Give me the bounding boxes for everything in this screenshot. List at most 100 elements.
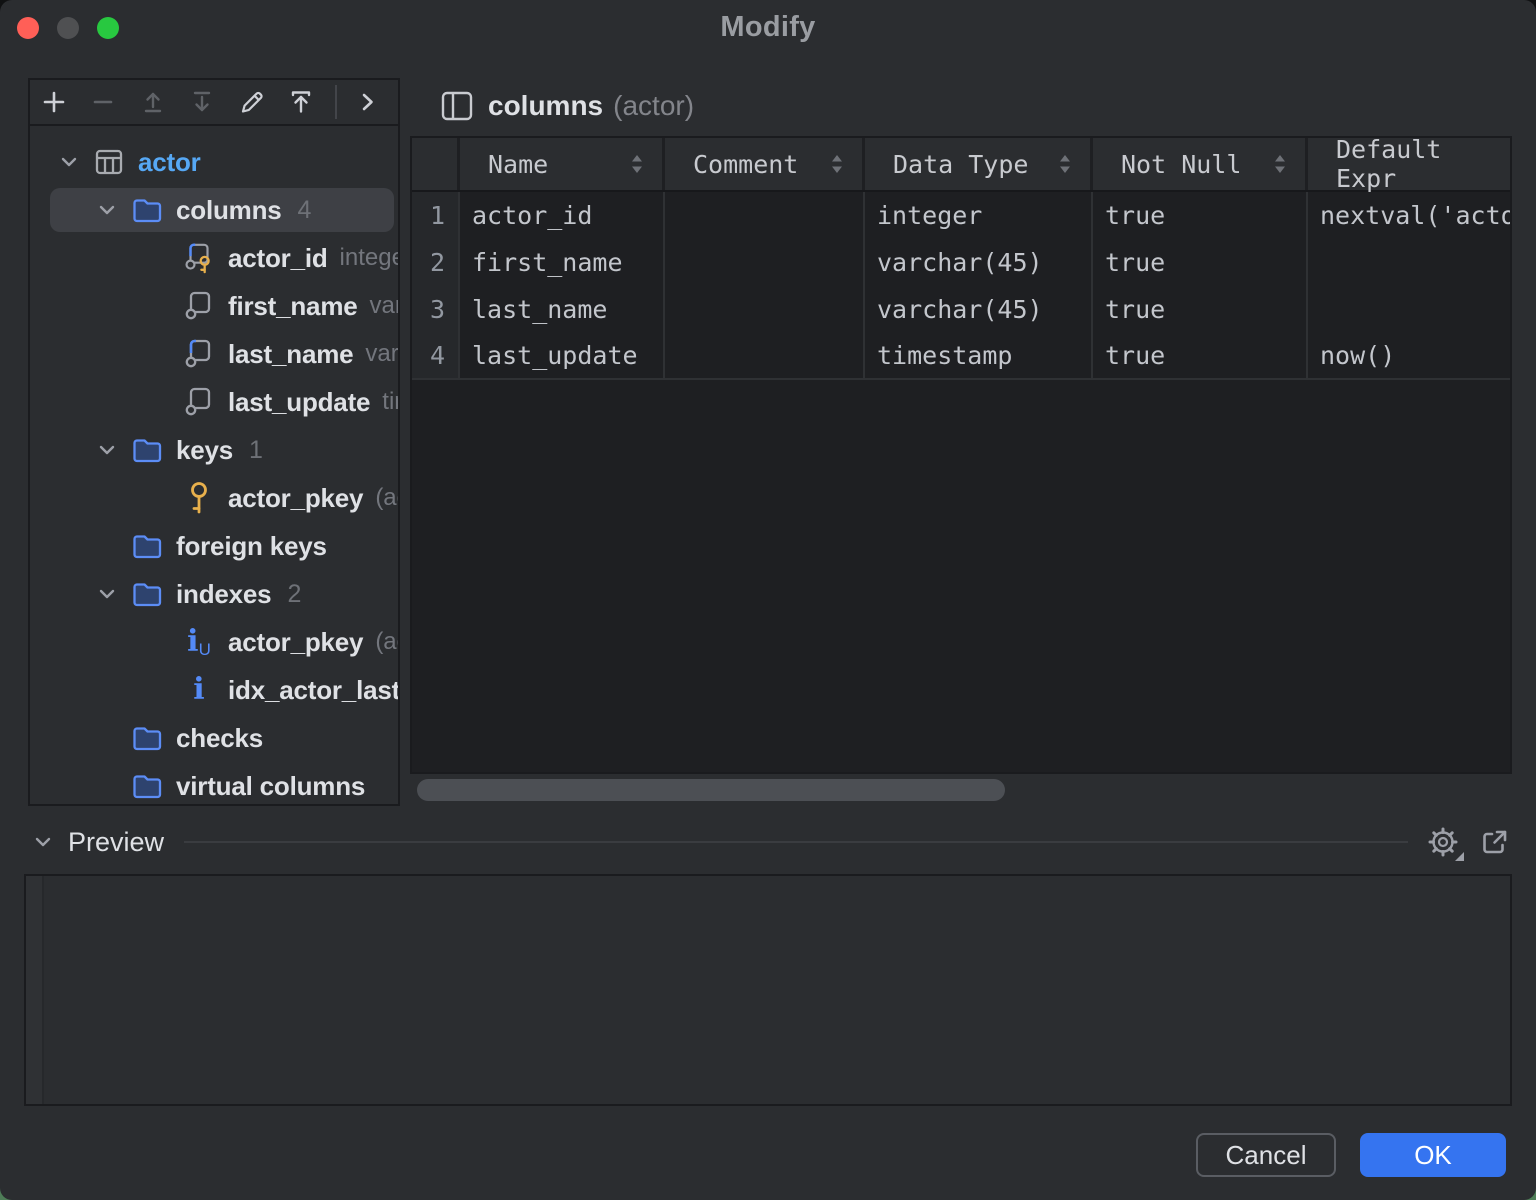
grid-cell[interactable]: last_name: [460, 286, 665, 333]
window-title: Modify: [0, 11, 1536, 44]
tree-item-actor-id[interactable]: actor_idinteger: [30, 234, 398, 282]
tree-item-detail: tim: [382, 388, 398, 416]
chevron-spacer: [94, 725, 120, 751]
grid-cell[interactable]: integer: [865, 192, 1093, 239]
tree-item-virtual-columns[interactable]: virtual columns: [30, 762, 398, 804]
grid-row: 2first_namevarchar(45)true: [412, 239, 1510, 286]
tree-item-label: keys: [176, 435, 233, 466]
tree-item-label: last_name: [228, 339, 353, 370]
tree-item-label: columns: [176, 195, 282, 226]
grid-header: NameCommentData TypeNot NullDefault Expr: [412, 138, 1510, 192]
grid-cell[interactable]: first_name: [460, 239, 665, 286]
index-icon: i: [182, 672, 216, 708]
grid-cell[interactable]: varchar(45): [865, 239, 1093, 286]
folder-icon: [130, 576, 164, 612]
column-pk-icon: [182, 240, 216, 276]
tree-item-checks[interactable]: checks: [30, 714, 398, 762]
grid-cell[interactable]: [665, 333, 865, 378]
remove-button[interactable]: [83, 82, 122, 122]
horizontal-scrollbar-thumb[interactable]: [417, 779, 1005, 801]
columns-grid: NameCommentData TypeNot NullDefault Expr…: [410, 136, 1512, 774]
grid-cell[interactable]: true: [1093, 333, 1308, 378]
chevron-down-icon[interactable]: [94, 581, 120, 607]
preview-editor-gutter: [26, 876, 44, 1104]
object-tree-panel: actorcolumns4actor_idintegerfirst_nameva…: [28, 78, 400, 806]
row-number: 3: [412, 286, 460, 333]
column-header-default-expr[interactable]: Default Expr: [1308, 138, 1512, 190]
tree-item-count: 2: [287, 580, 301, 609]
columns-icon: [438, 87, 476, 125]
edit-button[interactable]: [232, 82, 271, 122]
column-header-data-type[interactable]: Data Type: [865, 138, 1093, 190]
key-icon: [182, 480, 216, 516]
add-button[interactable]: [34, 82, 73, 122]
preview-divider: [184, 841, 1408, 843]
cancel-button[interactable]: Cancel: [1196, 1133, 1336, 1177]
folder-icon: [130, 528, 164, 564]
grid-cell[interactable]: [1308, 286, 1512, 333]
editor-subtitle: (actor): [613, 90, 694, 122]
preview-editor[interactable]: [24, 874, 1512, 1106]
tree-item-label: virtual columns: [176, 771, 365, 802]
open-in-window-icon[interactable]: [1478, 825, 1512, 859]
tree-item-actor-pkey[interactable]: iUactor_pkey(ac: [30, 618, 398, 666]
modify-dialog: Modify actorcolumns4actor_idintegerfirst…: [0, 0, 1536, 1200]
tree-item-label: last_update: [228, 387, 370, 418]
export-ddl-button[interactable]: [281, 82, 320, 122]
grid-cell[interactable]: [665, 239, 865, 286]
chevron-down-icon[interactable]: [56, 149, 82, 175]
chevron-down-icon[interactable]: [94, 197, 120, 223]
grid-cell[interactable]: last_update: [460, 333, 665, 378]
tree-item-detail: (ac: [375, 628, 398, 656]
grid-cell[interactable]: actor_id: [460, 192, 665, 239]
folder-icon: [130, 720, 164, 756]
horizontal-scrollbar: [410, 774, 1512, 806]
tree-item-detail: integer: [340, 244, 398, 272]
grid-cell[interactable]: true: [1093, 286, 1308, 333]
grid-cell[interactable]: true: [1093, 239, 1308, 286]
grid-cell[interactable]: [665, 286, 865, 333]
move-up-button[interactable]: [133, 82, 172, 122]
tree-item-label: first_name: [228, 291, 358, 322]
tree-item-label: actor_pkey: [228, 627, 363, 658]
tree-item-indexes[interactable]: indexes2: [30, 570, 398, 618]
tree-item-columns[interactable]: columns4: [30, 186, 398, 234]
preview-header: Preview: [30, 820, 1512, 864]
tree-item-keys[interactable]: keys1: [30, 426, 398, 474]
folder-icon: [130, 768, 164, 804]
column-indexed-icon: [182, 336, 216, 372]
grid-cell[interactable]: nextval('acto: [1308, 192, 1512, 239]
chevron-down-icon[interactable]: [94, 437, 120, 463]
grid-cell[interactable]: [1308, 239, 1512, 286]
tree-item-first-name[interactable]: first_namevarc: [30, 282, 398, 330]
chevron-down-icon[interactable]: [30, 829, 56, 855]
tree-item-actor-pkey[interactable]: actor_pkey(ac: [30, 474, 398, 522]
folder-icon: [130, 192, 164, 228]
move-down-button[interactable]: [182, 82, 221, 122]
ok-button[interactable]: OK: [1360, 1133, 1506, 1177]
grid-cell[interactable]: timestamp: [865, 333, 1093, 378]
tree-item-actor[interactable]: actor: [30, 138, 398, 186]
titlebar: Modify: [0, 0, 1536, 56]
chevron-spacer: [94, 533, 120, 559]
tree-item-label: foreign keys: [176, 531, 327, 562]
preview-label[interactable]: Preview: [68, 827, 164, 858]
editor-title: columns: [488, 90, 603, 122]
grid-cell[interactable]: true: [1093, 192, 1308, 239]
tree-item-detail: varc: [365, 340, 398, 368]
tree-item-last-name[interactable]: last_name varc: [30, 330, 398, 378]
tree-item-idx-actor-last-[interactable]: iidx_actor_last_: [30, 666, 398, 714]
tree-item-foreign-keys[interactable]: foreign keys: [30, 522, 398, 570]
gear-icon[interactable]: [1424, 823, 1462, 861]
tree-toolbar: [30, 80, 398, 126]
tree-item-last-update[interactable]: last_update tim: [30, 378, 398, 426]
row-number: 4: [412, 333, 460, 378]
grid-cell[interactable]: [665, 192, 865, 239]
chevron-spacer: [94, 773, 120, 799]
grid-cell[interactable]: varchar(45): [865, 286, 1093, 333]
column-header-comment[interactable]: Comment: [665, 138, 865, 190]
more-button[interactable]: [349, 82, 388, 122]
column-header-not-null[interactable]: Not Null: [1093, 138, 1308, 190]
column-header-name[interactable]: Name: [460, 138, 665, 190]
grid-cell[interactable]: now(): [1308, 333, 1512, 378]
